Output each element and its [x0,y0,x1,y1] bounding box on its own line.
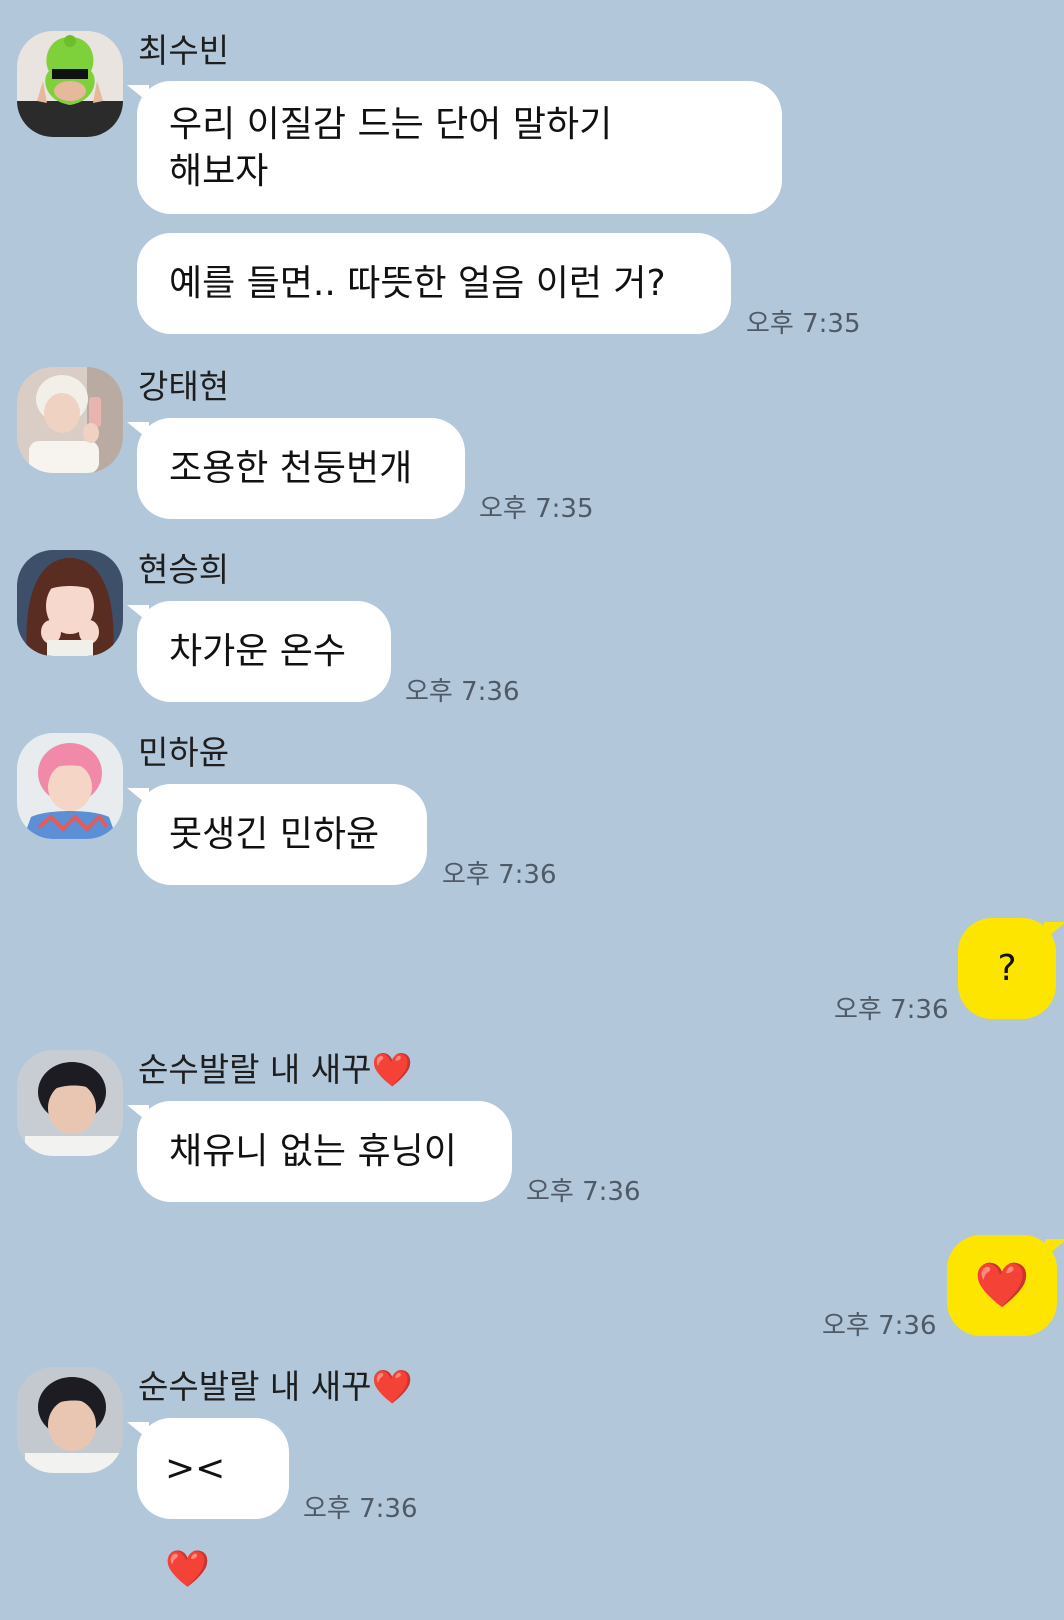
heart-icon: ❤️ [974,1260,1030,1311]
message-text: 차가운 온수 [169,631,347,672]
message-timestamp: 오후 7:36 [303,1494,418,1524]
sender-name: 순수발랄 내 새꾸❤️ [138,1367,413,1407]
message-bubble[interactable]: 못생긴 민하윤 [127,784,427,885]
mirror-selfie-avatar-icon [17,367,123,473]
sender-name-text: 순수발랄 내 새꾸 [138,1050,372,1089]
avatar-sunsu-ballal[interactable] [17,1367,123,1473]
sender-name: 최수빈 [138,31,230,70]
girl-avatar-icon [17,550,123,656]
message-timestamp: 오후 7:36 [822,1311,937,1341]
dark-hair-avatar-icon [17,1050,123,1156]
message-text: >< [165,1448,226,1489]
green-hat-avatar-icon [17,31,123,137]
sender-name: 현승희 [138,550,230,589]
heart-icon: ❤️ [371,1050,413,1089]
message-bubble[interactable]: 조용한 천둥번개 [127,418,465,519]
message-bubble[interactable]: 차가운 온수 [127,601,391,702]
heart-icon: ❤️ [165,1549,210,1590]
message-text: 예를 들면.. 따뜻한 얼음 이런 거? [169,263,666,304]
avatar-min-hayun[interactable] [17,733,123,839]
message-timestamp: 오후 7:36 [526,1177,641,1207]
message-bubble[interactable]: 예를 들면.. 따뜻한 얼음 이런 거? [137,233,731,334]
pink-hair-avatar-icon [17,733,123,839]
my-message-bubble[interactable]: ? [958,918,1064,1019]
message-timestamp: 오후 7:36 [834,995,949,1025]
message-bubble[interactable]: 우리 이질감 드는 단어 말하기 해보자 [127,81,782,214]
avatar-choi-subin[interactable] [17,31,123,137]
sender-name: 민하윤 [138,733,230,772]
message-text: ? [997,948,1017,989]
message-text: 조용한 천둥번개 [169,448,413,489]
message-text: 채유니 없는 휴닝이 [169,1131,457,1172]
message-text: 못생긴 민하윤 [169,814,380,855]
message-text: 해보자 [169,151,269,192]
avatar-sunsu-ballal[interactable] [17,1050,123,1156]
sender-name: 순수발랄 내 새꾸❤️ [138,1050,413,1090]
heart-icon: ❤️ [371,1367,413,1406]
sender-name: 강태현 [138,367,230,406]
message-timestamp: 오후 7:35 [746,309,861,339]
my-message-bubble[interactable]: ❤️ [947,1235,1064,1336]
avatar-hyun-seunghee[interactable] [17,550,123,656]
message-bubble[interactable]: >< ❤️ [127,1418,289,1590]
message-text: 우리 이질감 드는 단어 말하기 [169,104,613,145]
dark-hair-avatar-icon [17,1367,123,1473]
message-timestamp: 오후 7:35 [479,494,594,524]
message-timestamp: 오후 7:36 [442,860,557,890]
message-timestamp: 오후 7:36 [405,677,520,707]
message-bubble[interactable]: 채유니 없는 휴닝이 [127,1101,512,1202]
sender-name-text: 순수발랄 내 새꾸 [138,1367,372,1406]
avatar-kang-taehyun[interactable] [17,367,123,473]
